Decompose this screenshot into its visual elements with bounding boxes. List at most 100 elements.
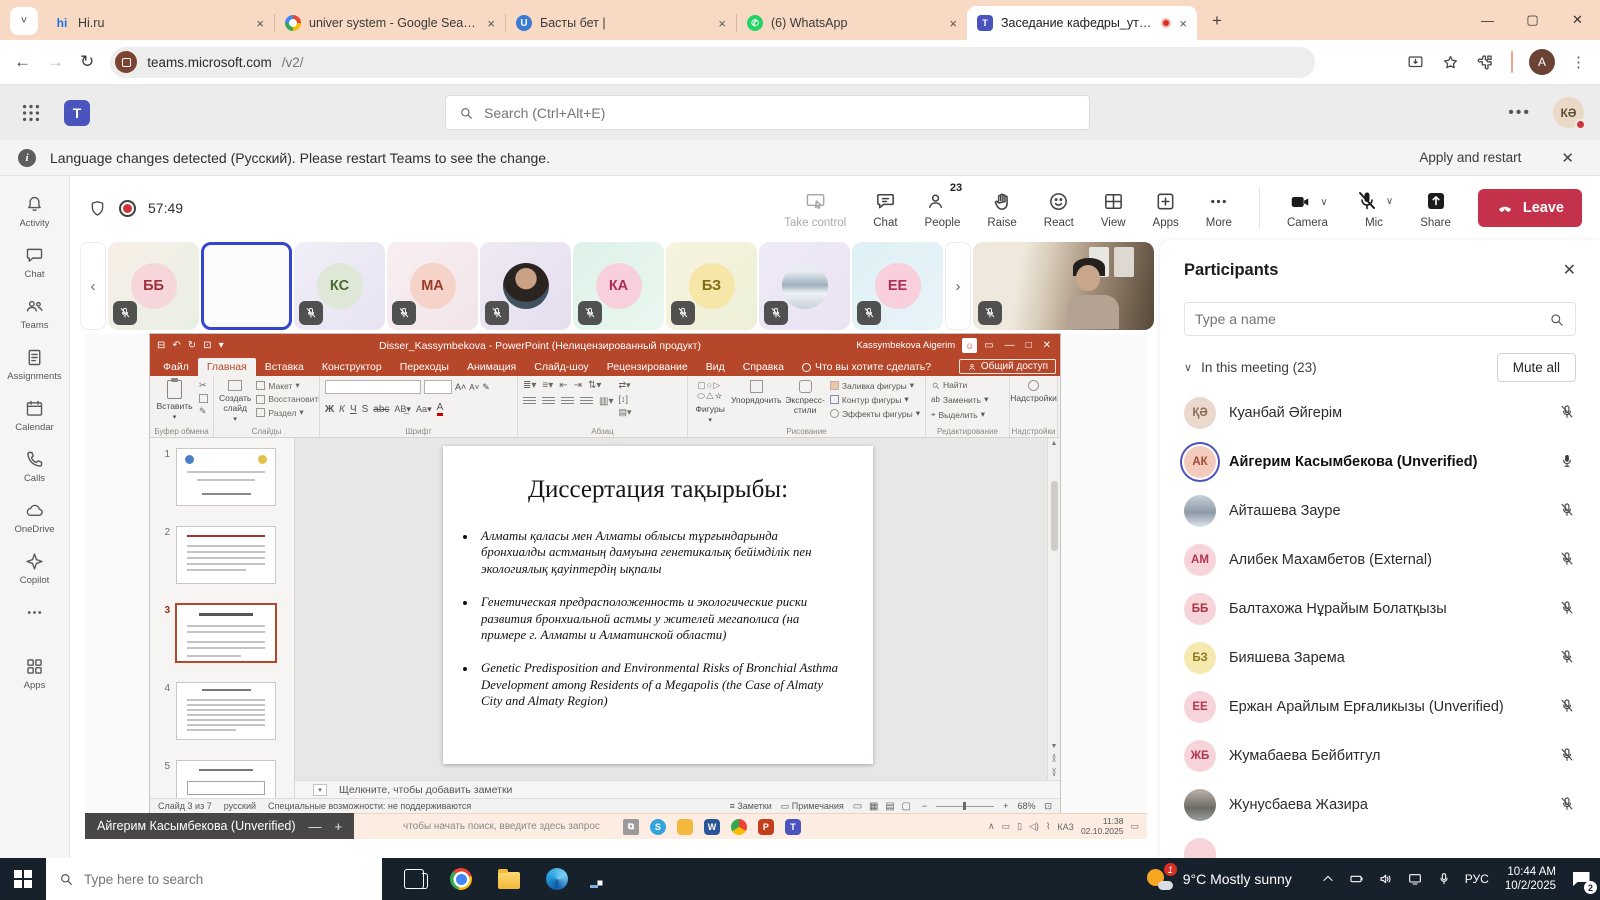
battery-icon[interactable]	[1349, 871, 1365, 887]
accessibility-status[interactable]: Специальные возможности: не поддерживают…	[268, 801, 471, 811]
browser-tab-google[interactable]: univer system - Google Search ×	[275, 6, 505, 40]
bold-button[interactable]: Ж	[325, 404, 334, 415]
participant-row[interactable]: ЖБ Жумабаева Бейбитгул	[1184, 731, 1576, 780]
slide-thumbnail-1[interactable]	[176, 448, 276, 506]
slide-canvas[interactable]: Диссертация тақырыбы: Алматы қаласы мен …	[295, 438, 1060, 780]
mic-off-icon[interactable]	[1558, 697, 1576, 715]
start-slideshow-icon[interactable]: ⊡	[203, 340, 211, 351]
start-button[interactable]	[0, 858, 46, 900]
zoom-out-control[interactable]: —	[309, 819, 322, 834]
mic-off-icon[interactable]	[1558, 746, 1576, 764]
slide-thumbnail-4[interactable]	[176, 682, 276, 740]
tab-help[interactable]: Справка	[734, 358, 793, 376]
clear-format-icon[interactable]: ✎	[482, 382, 490, 393]
participant-tile-bz[interactable]: БЗ	[666, 242, 757, 330]
line-spacing-icon[interactable]: ⇅▾	[588, 380, 601, 391]
sidebar-item-copilot[interactable]: Copilot	[0, 543, 69, 594]
browser-tab-whatsapp[interactable]: ✆ (6) WhatsApp ×	[737, 6, 967, 40]
replace-button[interactable]: abЗаменить ▾	[931, 394, 988, 405]
tab-close-icon[interactable]: ×	[487, 16, 495, 31]
participant-row[interactable]: БЗ Бияшева Зарема	[1184, 633, 1576, 682]
quick-styles-button[interactable]: Экспресс-стили	[785, 380, 825, 415]
scroll-thumb[interactable]	[1051, 481, 1058, 551]
shape-fill-button[interactable]: Заливка фигуры ▾	[830, 380, 920, 391]
zoom-slider[interactable]	[936, 806, 994, 807]
justify-icon[interactable]	[580, 397, 593, 406]
shield-icon[interactable]	[88, 199, 107, 218]
paste-button[interactable]: Вставить▾	[155, 380, 194, 421]
taskbar-search[interactable]	[46, 858, 382, 900]
sidebar-item-onedrive[interactable]: OneDrive	[0, 492, 69, 543]
zoom-out-icon[interactable]: −	[922, 801, 927, 811]
numbering-icon[interactable]: ≡▾	[542, 380, 553, 391]
participant-search-input[interactable]	[1195, 311, 1540, 327]
tab-search-button[interactable]: ˅	[10, 7, 38, 35]
customize-qat-icon[interactable]: ▾	[219, 340, 224, 351]
live-video-tile[interactable]	[973, 242, 1154, 330]
reset-button[interactable]: Восстановить	[256, 394, 320, 404]
keyboard-language[interactable]: РУС	[1465, 872, 1489, 886]
tab-home[interactable]: Главная	[198, 358, 256, 376]
participant-tile-photo[interactable]	[480, 242, 571, 330]
waffle-icon[interactable]	[20, 102, 42, 124]
sidebar-item-calendar[interactable]: Calendar	[0, 390, 69, 441]
leave-button[interactable]: Leave	[1478, 189, 1582, 227]
slide-thumbnail-3-current[interactable]	[176, 604, 276, 662]
back-icon[interactable]: ←	[14, 52, 31, 72]
browser-menu-icon[interactable]: ⋮	[1571, 53, 1586, 71]
new-tab-button[interactable]: +	[1203, 7, 1231, 35]
outdent-icon[interactable]: ⇤	[559, 380, 567, 391]
browser-tab-univer[interactable]: U Басты бет | ×	[506, 6, 736, 40]
participant-row-self[interactable]: АК Айгерим Касымбекова (Unverified)	[1184, 437, 1576, 486]
extensions-puzzle-icon[interactable]	[1476, 53, 1495, 72]
mic-off-icon[interactable]	[1558, 550, 1576, 568]
tab-close-icon[interactable]: ×	[718, 16, 726, 31]
teams-logo-icon[interactable]: T	[64, 100, 90, 126]
layout-button[interactable]: Макет ▾	[256, 380, 320, 391]
display-network-icon[interactable]	[1407, 871, 1423, 887]
arrange-button[interactable]: Упорядочить	[732, 380, 780, 405]
zoom-slider-thumb[interactable]	[963, 802, 966, 810]
tab-close-icon[interactable]: ×	[256, 16, 264, 31]
bullets-icon[interactable]: ≣▾	[523, 380, 536, 391]
indent-icon[interactable]: ⇥	[574, 380, 582, 391]
apps-button[interactable]: Apps	[1153, 190, 1179, 229]
taskbar-search-input[interactable]	[84, 872, 370, 887]
tab-close-icon[interactable]: ×	[1179, 16, 1187, 31]
action-center-button[interactable]: 2	[1562, 858, 1600, 900]
columns-icon[interactable]: ▥▾	[599, 396, 613, 407]
participant-tile-selected[interactable]	[201, 242, 292, 330]
align-center-icon[interactable]	[542, 397, 555, 406]
underline-button[interactable]: Ч	[350, 404, 357, 415]
tell-me-box[interactable]: Что вы хотите сделать?	[793, 358, 940, 376]
participant-row[interactable]: ҚӘ Куанбай Әйгерім	[1184, 388, 1576, 437]
change-case-button[interactable]: Аа▾	[416, 404, 432, 415]
grow-font-icon[interactable]: A˄	[455, 382, 466, 392]
strip-next-button[interactable]: ›	[945, 242, 971, 330]
next-slide-button[interactable]: ∨∨	[1051, 769, 1056, 777]
bookmark-star-icon[interactable]	[1441, 53, 1460, 72]
tab-design[interactable]: Конструктор	[313, 358, 391, 376]
participant-tile-ks[interactable]: КС	[294, 242, 385, 330]
participant-row[interactable]: АМ Алибек Махамбетов (External)	[1184, 535, 1576, 584]
select-button[interactable]: ⌖Выделить ▾	[931, 409, 988, 420]
task-view-icon[interactable]	[404, 869, 424, 889]
undo-icon[interactable]: ↶	[172, 340, 180, 351]
file-explorer-icon[interactable]	[498, 872, 520, 889]
italic-button[interactable]: К	[339, 404, 345, 415]
tab-slideshow[interactable]: Слайд-шоу	[525, 358, 597, 376]
raise-hand-button[interactable]: Raise	[987, 190, 1016, 229]
redo-icon[interactable]: ↻	[188, 340, 196, 351]
slide-thumbnail-5[interactable]	[176, 760, 276, 798]
find-button[interactable]: Найти	[931, 380, 988, 390]
tab-file[interactable]: Файл	[154, 358, 198, 376]
view-button[interactable]: View	[1101, 190, 1126, 229]
chevron-down-icon[interactable]: ∨	[1320, 197, 1327, 208]
taskbar-weather[interactable]: 1 9°C Mostly sunny	[1147, 868, 1292, 890]
install-icon[interactable]	[1406, 53, 1425, 72]
participant-row-partial[interactable]	[1184, 829, 1576, 858]
scroll-up-icon[interactable]: ▲	[1051, 440, 1058, 447]
chevron-down-icon[interactable]: ∨	[1386, 196, 1393, 207]
new-slide-button[interactable]: Создать слайд▾	[219, 380, 251, 423]
mic-off-icon[interactable]	[1558, 599, 1576, 617]
